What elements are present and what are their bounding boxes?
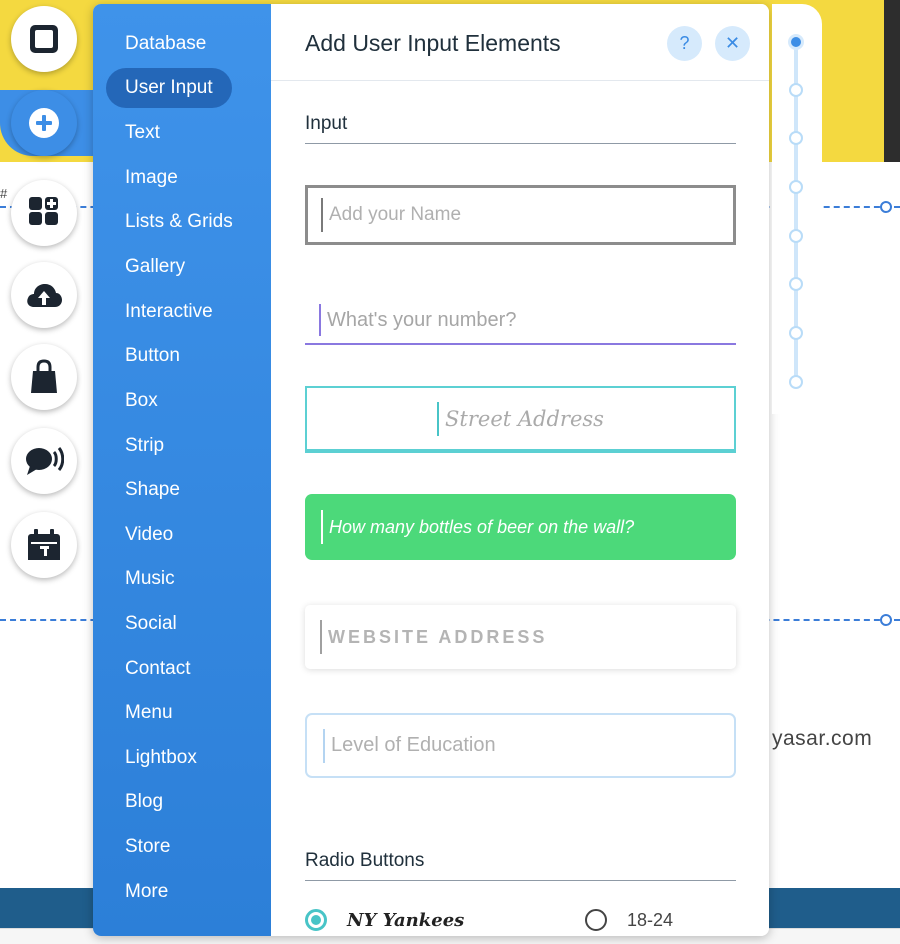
category-menu[interactable]: Menu (106, 693, 192, 733)
category-contact[interactable]: Contact (106, 649, 209, 689)
section-title-radio: Radio Buttons (305, 850, 425, 871)
input-preset-education[interactable]: Level of Education (305, 713, 736, 778)
add-button[interactable] (11, 90, 77, 156)
category-gallery[interactable]: Gallery (106, 247, 204, 287)
text-cursor (320, 620, 322, 654)
radio-label: NY Yankees (347, 909, 465, 931)
background-hash-text: # (0, 186, 8, 201)
background-button[interactable] (11, 6, 77, 72)
background-domain-text: yasar.com (772, 727, 873, 750)
category-shape[interactable]: Shape (106, 470, 199, 510)
help-button[interactable]: ? (667, 26, 702, 61)
apps-plus-icon (29, 197, 58, 225)
guide-handle[interactable] (880, 201, 892, 213)
category-list: Database User Input Text Image Lists & G… (93, 4, 271, 936)
category-user-input[interactable]: User Input (106, 68, 232, 108)
input-placeholder: Add your Name (329, 204, 462, 225)
plus-icon (29, 108, 59, 138)
text-cursor (321, 198, 323, 232)
input-preset-beer[interactable]: How many bottles of beer on the wall? (305, 494, 736, 560)
input-placeholder: How many bottles of beer on the wall? (329, 516, 635, 537)
category-interactive[interactable]: Interactive (106, 292, 232, 332)
category-store[interactable]: Store (106, 827, 189, 867)
radio-checked-icon (305, 909, 327, 931)
chat-icon (26, 447, 64, 475)
close-icon: ✕ (724, 33, 741, 53)
input-preset-website[interactable]: WEBSITE ADDRESS (305, 605, 736, 669)
chat-button[interactable] (11, 428, 77, 494)
panel-title: Add User Input Elements (305, 30, 561, 56)
section-scroller (772, 4, 822, 414)
scroller-dot[interactable] (789, 131, 803, 145)
input-preset-street-address[interactable]: Street Address (305, 386, 736, 453)
category-video[interactable]: Video (106, 515, 192, 555)
radio-label: 18-24 (627, 909, 674, 930)
radio-preset-yankees[interactable]: NY Yankees (305, 909, 464, 931)
square-icon (30, 25, 58, 53)
scroller-dot[interactable] (788, 34, 804, 50)
input-placeholder: WEBSITE ADDRESS (328, 626, 548, 647)
header-image-edge (884, 0, 900, 162)
text-cursor (319, 304, 321, 336)
panel-content: Add User Input Elements ? ✕ Input Add yo… (271, 4, 769, 936)
add-elements-panel: Database User Input Text Image Lists & G… (93, 4, 769, 936)
input-placeholder: What's your number? (327, 308, 517, 331)
guide-handle[interactable] (880, 614, 892, 626)
input-placeholder: Street Address (445, 406, 604, 431)
category-button[interactable]: Button (106, 336, 199, 376)
shopping-bag-icon (31, 359, 57, 393)
text-cursor (321, 510, 323, 544)
section-title-input: Input (305, 113, 348, 134)
upload-button[interactable] (11, 262, 77, 328)
category-more[interactable]: More (106, 872, 187, 912)
panel-header: Add User Input Elements ? ✕ (271, 4, 769, 81)
scroller-dot[interactable] (789, 375, 803, 389)
category-social[interactable]: Social (106, 604, 196, 644)
scroller-dot[interactable] (789, 229, 803, 243)
category-image[interactable]: Image (106, 158, 197, 198)
input-preset-name[interactable]: Add your Name (305, 185, 736, 245)
section-divider (305, 880, 736, 881)
help-icon: ? (679, 33, 690, 53)
close-button[interactable]: ✕ (715, 26, 750, 61)
input-preset-number[interactable]: What's your number? (305, 297, 736, 345)
text-cursor (323, 728, 325, 763)
scroller-dot[interactable] (789, 180, 803, 194)
calendar-icon (28, 529, 60, 560)
category-database[interactable]: Database (106, 24, 225, 64)
store-button[interactable] (11, 344, 77, 410)
category-music[interactable]: Music (106, 559, 194, 599)
radio-preset-age[interactable]: 18-24 (585, 909, 673, 931)
scroller-dot[interactable] (789, 83, 803, 97)
category-blog[interactable]: Blog (106, 782, 182, 822)
category-lightbox[interactable]: Lightbox (106, 738, 216, 778)
text-cursor (437, 401, 440, 436)
category-box[interactable]: Box (106, 381, 177, 421)
cloud-upload-icon (27, 284, 62, 307)
add-apps-button[interactable] (11, 180, 77, 246)
category-lists-grids[interactable]: Lists & Grids (106, 202, 252, 242)
category-strip[interactable]: Strip (106, 426, 183, 466)
section-divider (305, 143, 736, 144)
scroller-dot[interactable] (789, 277, 803, 291)
bookings-button[interactable] (11, 512, 77, 578)
category-text[interactable]: Text (106, 113, 179, 153)
input-placeholder: Level of Education (331, 734, 496, 756)
radio-unchecked-icon (585, 909, 607, 931)
scroller-dot[interactable] (789, 326, 803, 340)
